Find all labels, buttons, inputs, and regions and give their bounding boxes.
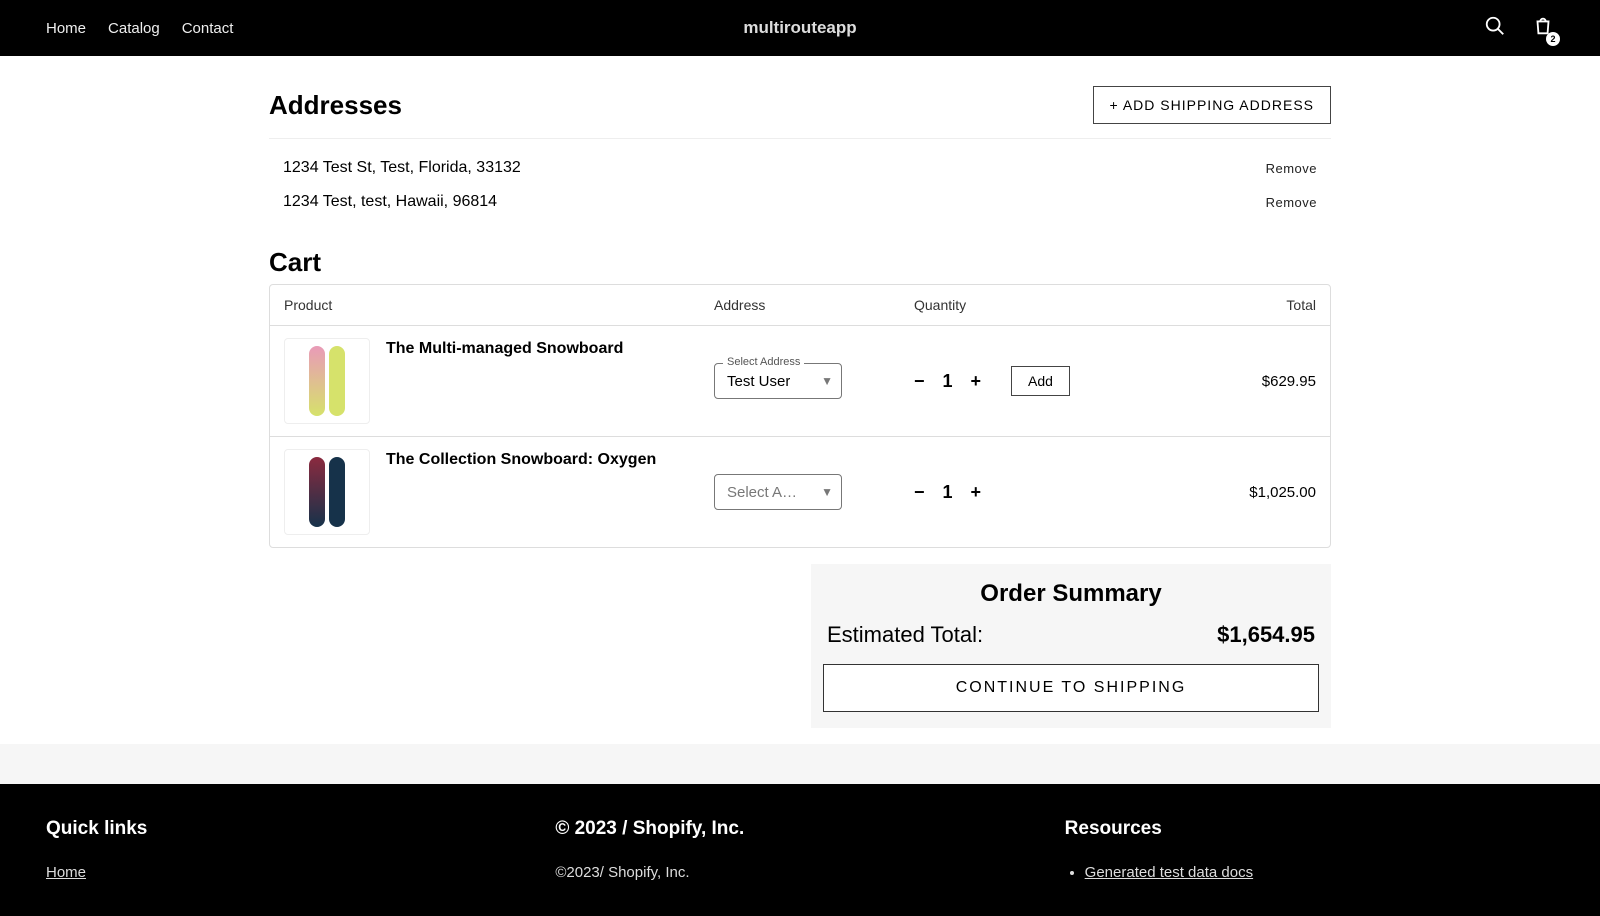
select-value: Test User — [727, 373, 790, 390]
address-select[interactable]: Select AddressTest User▼ — [714, 363, 842, 399]
brand-logo: multirouteapp — [743, 18, 856, 38]
order-summary: Order Summary Estimated Total: $1,654.95… — [811, 564, 1331, 728]
product-thumb — [284, 449, 370, 535]
address-row: 1234 Test, test, Hawaii, 96814 Remove — [269, 185, 1331, 219]
nav-home[interactable]: Home — [46, 20, 86, 37]
nav-contact[interactable]: Contact — [182, 20, 234, 37]
address-row: 1234 Test St, Test, Florida, 33132 Remove — [269, 151, 1331, 185]
cart-badge: 2 — [1546, 32, 1560, 46]
topbar: Home Catalog Contact multirouteapp 2 — [0, 0, 1600, 56]
qty-minus-button[interactable]: − — [914, 482, 925, 503]
cart-title: Cart — [269, 247, 1331, 278]
line-total: $629.95 — [1134, 373, 1316, 390]
qty-minus-button[interactable]: − — [914, 371, 925, 392]
address-text: 1234 Test St, Test, Florida, 33132 — [283, 159, 521, 177]
cart-row: The Multi-managed SnowboardSelect Addres… — [270, 326, 1330, 437]
qty-value: 1 — [943, 371, 953, 392]
address-select[interactable]: Select A… ▼ — [714, 474, 842, 510]
estimated-value: $1,654.95 — [1217, 622, 1315, 648]
addresses-title: Addresses — [269, 90, 402, 121]
add-button[interactable]: Add — [1011, 366, 1070, 396]
footer-copyright-title: © 2023 / Shopify, Inc. — [555, 818, 1044, 840]
estimated-label: Estimated Total: — [827, 622, 983, 648]
qty-value: 1 — [943, 482, 953, 503]
col-product: Product — [284, 297, 714, 313]
footer-resources-title: Resources — [1065, 818, 1554, 840]
product-name: The Multi-managed Snowboard — [386, 338, 623, 358]
line-total: $1,025.00 — [1134, 484, 1316, 501]
summary-title: Order Summary — [823, 580, 1319, 608]
add-shipping-address-button[interactable]: + ADD SHIPPING ADDRESS — [1093, 86, 1331, 124]
remove-address-button[interactable]: Remove — [1266, 161, 1317, 176]
cart-row: The Collection Snowboard: Oxygen Select A… — [270, 437, 1330, 547]
footer-quick-links-title: Quick links — [46, 818, 535, 840]
search-icon[interactable] — [1484, 15, 1506, 42]
address-text: 1234 Test, test, Hawaii, 96814 — [283, 193, 497, 211]
continue-to-shipping-button[interactable]: CONTINUE TO SHIPPING — [823, 664, 1319, 712]
select-placeholder: Select A… — [727, 484, 797, 501]
footer: Quick links Home © 2023 / Shopify, Inc. … — [0, 784, 1600, 916]
col-quantity: Quantity — [914, 297, 1134, 313]
col-total: Total — [1134, 297, 1316, 313]
footer-home-link[interactable]: Home — [46, 864, 86, 881]
qty-plus-button[interactable]: + — [971, 482, 982, 503]
footer-copyright-sub: ©2023/ Shopify, Inc. — [555, 864, 1044, 881]
product-name: The Collection Snowboard: Oxygen — [386, 449, 656, 469]
cart-icon[interactable]: 2 — [1532, 15, 1554, 42]
qty-plus-button[interactable]: + — [971, 371, 982, 392]
footer-resource-link[interactable]: Generated test data docs — [1085, 864, 1253, 881]
nav-catalog[interactable]: Catalog — [108, 20, 160, 37]
col-address: Address — [714, 297, 914, 313]
remove-address-button[interactable]: Remove — [1266, 195, 1317, 210]
product-thumb — [284, 338, 370, 424]
chevron-down-icon: ▼ — [821, 374, 833, 388]
nav: Home Catalog Contact — [46, 20, 233, 37]
chevron-down-icon: ▼ — [821, 485, 833, 499]
